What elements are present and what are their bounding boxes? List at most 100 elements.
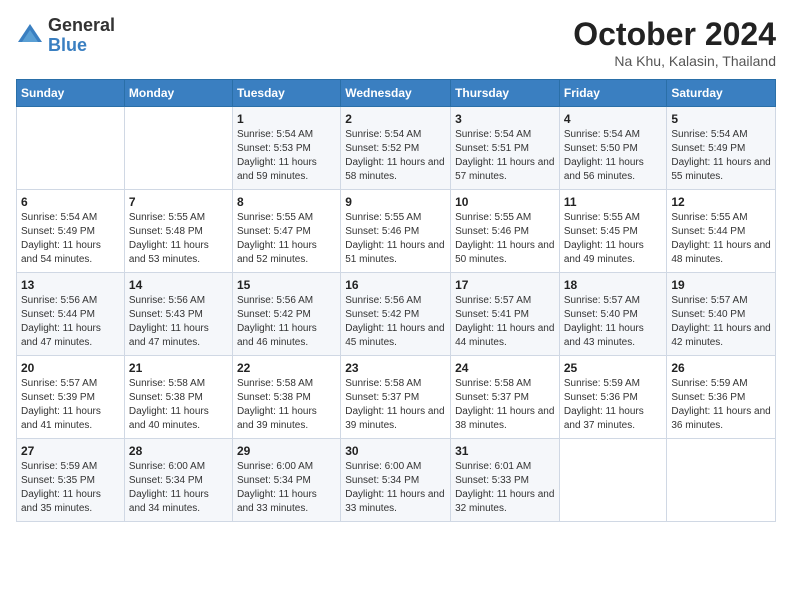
- cell-5-2: 28Sunrise: 6:00 AM Sunset: 5:34 PM Dayli…: [124, 439, 232, 522]
- day-number: 16: [345, 278, 446, 292]
- day-info: Sunrise: 5:58 AM Sunset: 5:38 PM Dayligh…: [129, 377, 228, 433]
- sub-title: Na Khu, Kalasin, Thailand: [573, 53, 776, 69]
- day-info: Sunrise: 5:54 AM Sunset: 5:53 PM Dayligh…: [237, 128, 336, 184]
- day-info: Sunrise: 5:58 AM Sunset: 5:37 PM Dayligh…: [345, 377, 446, 433]
- week-row-5: 27 Sunrise: 5:59 AM Sunset: 5:35 PM Dayli…: [17, 439, 776, 522]
- day-number: 8: [237, 195, 336, 209]
- day-info: Sunrise: 5:58 AM Sunset: 5:37 PM Dayligh…: [455, 377, 555, 433]
- day-number: 28: [129, 444, 228, 458]
- day-number: 10: [455, 195, 555, 209]
- day-info: Sunrise: 6:00 AM Sunset: 5:34 PM Dayligh…: [345, 460, 446, 516]
- cell-1-3: 1 Sunrise: 5:54 AM Sunset: 5:53 PM Daylig…: [232, 107, 340, 190]
- day-info: Sunrise: 5:54 AM Sunset: 5:50 PM Dayligh…: [564, 128, 663, 184]
- day-info: Sunrise: 6:01 AM Sunset: 5:33 PM Dayligh…: [455, 460, 555, 516]
- day-number: 23: [345, 361, 446, 375]
- week-row-2: 6 Sunrise: 5:54 AM Sunset: 5:49 PM Daylig…: [17, 190, 776, 273]
- day-number: 14: [129, 278, 228, 292]
- week-row-3: 13Sunrise: 5:56 AM Sunset: 5:44 PM Dayli…: [17, 273, 776, 356]
- cell-2-1: 6 Sunrise: 5:54 AM Sunset: 5:49 PM Daylig…: [17, 190, 125, 273]
- cell-5-5: 31Sunrise: 6:01 AM Sunset: 5:33 PM Dayli…: [451, 439, 560, 522]
- day-info: Sunrise: 5:54 AM Sunset: 5:51 PM Dayligh…: [455, 128, 555, 184]
- cell-5-3: 29Sunrise: 6:00 AM Sunset: 5:34 PM Dayli…: [232, 439, 340, 522]
- day-info: Sunrise: 5:54 AM Sunset: 5:52 PM Dayligh…: [345, 128, 446, 184]
- day-info: Sunrise: 5:59 AM Sunset: 5:36 PM Dayligh…: [671, 377, 771, 433]
- day-info: Sunrise: 5:54 AM Sunset: 5:49 PM Dayligh…: [21, 211, 120, 267]
- logo-general: General: [48, 16, 115, 36]
- day-number: 25: [564, 361, 663, 375]
- page-header: General Blue October 2024 Na Khu, Kalasi…: [16, 16, 776, 69]
- day-info: Sunrise: 5:57 AM Sunset: 5:39 PM Dayligh…: [21, 377, 120, 433]
- cell-4-7: 26 Sunrise: 5:59 AM Sunset: 5:36 PM Dayli…: [667, 356, 776, 439]
- day-number: 5: [671, 112, 771, 126]
- logo-blue: Blue: [48, 36, 115, 56]
- cell-3-5: 17 Sunrise: 5:57 AM Sunset: 5:41 PM Dayli…: [451, 273, 560, 356]
- day-number: 15: [237, 278, 336, 292]
- col-thursday: Thursday: [451, 80, 560, 107]
- week-row-1: 1 Sunrise: 5:54 AM Sunset: 5:53 PM Daylig…: [17, 107, 776, 190]
- cell-3-3: 15 Sunrise: 5:56 AM Sunset: 5:42 PM Dayli…: [232, 273, 340, 356]
- day-info: Sunrise: 5:56 AM Sunset: 5:42 PM Dayligh…: [237, 294, 336, 350]
- cell-1-7: 5 Sunrise: 5:54 AM Sunset: 5:49 PM Daylig…: [667, 107, 776, 190]
- day-info: Sunrise: 5:57 AM Sunset: 5:41 PM Dayligh…: [455, 294, 555, 350]
- day-info: Sunrise: 5:57 AM Sunset: 5:40 PM Dayligh…: [671, 294, 771, 350]
- cell-1-5: 3Sunrise: 5:54 AM Sunset: 5:51 PM Daylig…: [451, 107, 560, 190]
- day-info: Sunrise: 5:59 AM Sunset: 5:36 PM Dayligh…: [564, 377, 663, 433]
- title-block: October 2024 Na Khu, Kalasin, Thailand: [573, 16, 776, 69]
- cell-3-4: 16Sunrise: 5:56 AM Sunset: 5:42 PM Dayli…: [341, 273, 451, 356]
- day-number: 27: [21, 444, 120, 458]
- day-info: Sunrise: 5:56 AM Sunset: 5:43 PM Dayligh…: [129, 294, 228, 350]
- day-number: 24: [455, 361, 555, 375]
- col-saturday: Saturday: [667, 80, 776, 107]
- col-wednesday: Wednesday: [341, 80, 451, 107]
- cell-5-6: [559, 439, 667, 522]
- cell-2-5: 10Sunrise: 5:55 AM Sunset: 5:46 PM Dayli…: [451, 190, 560, 273]
- day-number: 1: [237, 112, 336, 126]
- main-title: October 2024: [573, 16, 776, 53]
- cell-3-6: 18 Sunrise: 5:57 AM Sunset: 5:40 PM Dayli…: [559, 273, 667, 356]
- day-number: 29: [237, 444, 336, 458]
- cell-4-1: 20Sunrise: 5:57 AM Sunset: 5:39 PM Dayli…: [17, 356, 125, 439]
- week-row-4: 20Sunrise: 5:57 AM Sunset: 5:39 PM Dayli…: [17, 356, 776, 439]
- header-row: Sunday Monday Tuesday Wednesday Thursday…: [17, 80, 776, 107]
- day-info: Sunrise: 5:55 AM Sunset: 5:48 PM Dayligh…: [129, 211, 228, 267]
- cell-5-1: 27 Sunrise: 5:59 AM Sunset: 5:35 PM Dayli…: [17, 439, 125, 522]
- col-friday: Friday: [559, 80, 667, 107]
- day-number: 4: [564, 112, 663, 126]
- day-number: 13: [21, 278, 120, 292]
- cell-2-4: 9 Sunrise: 5:55 AM Sunset: 5:46 PM Daylig…: [341, 190, 451, 273]
- day-info: Sunrise: 5:55 AM Sunset: 5:44 PM Dayligh…: [671, 211, 771, 267]
- day-number: 2: [345, 112, 446, 126]
- day-info: Sunrise: 5:55 AM Sunset: 5:46 PM Dayligh…: [345, 211, 446, 267]
- cell-4-6: 25 Sunrise: 5:59 AM Sunset: 5:36 PM Dayli…: [559, 356, 667, 439]
- day-info: Sunrise: 5:58 AM Sunset: 5:38 PM Dayligh…: [237, 377, 336, 433]
- cell-2-3: 8 Sunrise: 5:55 AM Sunset: 5:47 PM Daylig…: [232, 190, 340, 273]
- cell-2-6: 11 Sunrise: 5:55 AM Sunset: 5:45 PM Dayli…: [559, 190, 667, 273]
- logo-icon: [16, 22, 44, 50]
- day-info: Sunrise: 5:55 AM Sunset: 5:47 PM Dayligh…: [237, 211, 336, 267]
- day-number: 12: [671, 195, 771, 209]
- day-number: 18: [564, 278, 663, 292]
- cell-1-1: [17, 107, 125, 190]
- cell-4-3: 22Sunrise: 5:58 AM Sunset: 5:38 PM Dayli…: [232, 356, 340, 439]
- cell-4-5: 24 Sunrise: 5:58 AM Sunset: 5:37 PM Dayli…: [451, 356, 560, 439]
- day-number: 6: [21, 195, 120, 209]
- day-info: Sunrise: 5:57 AM Sunset: 5:40 PM Dayligh…: [564, 294, 663, 350]
- day-number: 11: [564, 195, 663, 209]
- col-tuesday: Tuesday: [232, 80, 340, 107]
- cell-4-4: 23 Sunrise: 5:58 AM Sunset: 5:37 PM Dayli…: [341, 356, 451, 439]
- cell-4-2: 21Sunrise: 5:58 AM Sunset: 5:38 PM Dayli…: [124, 356, 232, 439]
- day-info: Sunrise: 5:59 AM Sunset: 5:35 PM Dayligh…: [21, 460, 120, 516]
- cell-5-4: 30Sunrise: 6:00 AM Sunset: 5:34 PM Dayli…: [341, 439, 451, 522]
- day-info: Sunrise: 5:54 AM Sunset: 5:49 PM Dayligh…: [671, 128, 771, 184]
- cell-1-6: 4 Sunrise: 5:54 AM Sunset: 5:50 PM Daylig…: [559, 107, 667, 190]
- cell-1-4: 2 Sunrise: 5:54 AM Sunset: 5:52 PM Daylig…: [341, 107, 451, 190]
- day-number: 9: [345, 195, 446, 209]
- day-number: 19: [671, 278, 771, 292]
- day-number: 17: [455, 278, 555, 292]
- calendar-body: 1 Sunrise: 5:54 AM Sunset: 5:53 PM Daylig…: [17, 107, 776, 522]
- logo-text: General Blue: [48, 16, 115, 56]
- cell-2-7: 12 Sunrise: 5:55 AM Sunset: 5:44 PM Dayli…: [667, 190, 776, 273]
- day-info: Sunrise: 5:55 AM Sunset: 5:45 PM Dayligh…: [564, 211, 663, 267]
- day-number: 26: [671, 361, 771, 375]
- cell-2-2: 7Sunrise: 5:55 AM Sunset: 5:48 PM Daylig…: [124, 190, 232, 273]
